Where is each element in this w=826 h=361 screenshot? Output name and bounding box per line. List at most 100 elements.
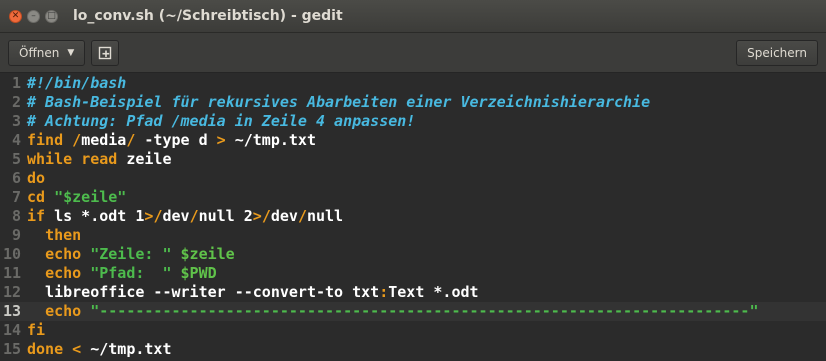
code-text: find /media/ -type d > ~/tmp.txt	[22, 131, 316, 150]
code-text: done < ~/tmp.txt	[22, 340, 172, 359]
code-line[interactable]: 2 # Bash-Beispiel für rekursives Abarbeit…	[0, 93, 826, 112]
code-token: done	[27, 340, 64, 358]
code-token: echo	[45, 245, 82, 263]
code-line[interactable]: 12 libreoffice --writer --convert-to txt…	[0, 283, 826, 302]
line-number: 5	[11, 150, 21, 168]
code-text: libreoffice --writer --convert-to txt:Te…	[22, 283, 479, 302]
new-document-icon	[99, 46, 112, 59]
code-token: read	[81, 150, 118, 168]
code-line[interactable]: 14 fi	[0, 321, 826, 340]
code-token: echo	[45, 264, 82, 282]
line-number: 6	[11, 169, 21, 187]
code-token: null	[306, 207, 344, 225]
code-text: while read zeile	[22, 150, 172, 169]
code-line[interactable]: 11 echo "Pfad: " $PWD	[0, 264, 826, 283]
line-number: 1	[11, 74, 21, 92]
close-icon[interactable]: ✕	[9, 9, 22, 23]
code-token: :	[379, 283, 389, 301]
maximize-icon[interactable]: □	[45, 9, 58, 23]
code-token: # Bash-Beispiel für rekursives Abarbeite…	[27, 93, 651, 111]
code-text: echo "Zeile: " $zeile	[22, 245, 235, 264]
line-number: 8	[11, 207, 21, 225]
code-line[interactable]: 7 cd "$zeile"	[0, 188, 826, 207]
code-text: # Bash-Beispiel für rekursives Abarbeite…	[22, 93, 650, 112]
line-number: 12	[2, 283, 21, 301]
code-text: echo "----------------------------------…	[22, 302, 759, 321]
code-token: /	[297, 207, 307, 225]
code-token: fi	[27, 321, 46, 339]
code-token: "Zeile: "	[90, 245, 172, 263]
code-text: #!/bin/bash	[22, 74, 126, 93]
code-token: ls *.odt 1	[45, 207, 145, 225]
code-line[interactable]: 6 do	[0, 169, 826, 188]
code-token: # Achtung: Pfad /media in Zeile 4 anpass…	[27, 112, 416, 130]
chevron-down-icon: ▼	[67, 47, 75, 58]
code-line[interactable]: 15 done < ~/tmp.txt	[0, 340, 826, 359]
open-button[interactable]: Öffnen ▼	[8, 39, 86, 66]
code-token: media	[81, 131, 127, 149]
code-token: <	[72, 340, 82, 358]
window-title: lo_conv.sh (~/Schreibtisch) - gedit	[73, 8, 343, 24]
line-number: 4	[11, 131, 21, 149]
code-token: /	[189, 207, 199, 225]
code-line[interactable]: 13 echo "-------------------------------…	[0, 302, 826, 321]
save-button[interactable]: Speichern	[736, 40, 818, 66]
gedit-window: ✕ – □ lo_conv.sh (~/Schreibtisch) - gedi…	[0, 0, 826, 361]
code-token: null 2	[198, 207, 253, 225]
line-number: 3	[11, 112, 21, 130]
code-text: # Achtung: Pfad /media in Zeile 4 anpass…	[22, 112, 415, 131]
code-line[interactable]: 9 then	[0, 226, 826, 245]
new-document-button[interactable]	[91, 39, 120, 66]
line-number: 9	[11, 226, 21, 244]
code-token: if	[27, 207, 46, 225]
code-line[interactable]: 8 if ls *.odt 1>/dev/null 2>/dev/null	[0, 207, 826, 226]
code-text: if ls *.odt 1>/dev/null 2>/dev/null	[22, 207, 343, 226]
line-number: 13	[2, 302, 21, 320]
code-token: $zeile	[180, 245, 235, 263]
line-number: 14	[2, 321, 21, 339]
code-text: echo "Pfad: " $PWD	[22, 264, 217, 283]
code-token: "Pfad: "	[90, 264, 172, 282]
code-text: do	[22, 169, 45, 188]
code-token: -type d	[135, 131, 217, 149]
code-token: "$zeile"	[54, 188, 127, 206]
code-token: /	[72, 131, 82, 149]
code-token: while	[27, 150, 73, 168]
code-line[interactable]: 3 # Achtung: Pfad /media in Zeile 4 anpas…	[0, 112, 826, 131]
minimize-icon[interactable]: –	[27, 9, 40, 23]
code-token: dev	[162, 207, 190, 225]
code-editor[interactable]: 1 #!/bin/bash 2 # Bash-Beispiel für rekursi…	[0, 74, 826, 361]
code-token: #!/bin/bash	[27, 74, 127, 92]
code-line[interactable]: 4 find /media/ -type d > ~/tmp.txt	[0, 131, 826, 150]
title-bar[interactable]: ✕ – □ lo_conv.sh (~/Schreibtisch) - gedi…	[0, 0, 826, 33]
code-token: do	[27, 169, 46, 187]
code-token: then	[45, 226, 82, 244]
line-number: 7	[11, 188, 21, 206]
code-token: echo	[45, 302, 82, 320]
code-token: $PWD	[180, 264, 217, 282]
save-button-label: Speichern	[747, 46, 807, 60]
code-text: fi	[22, 321, 45, 340]
code-line[interactable]: 5 while read zeile	[0, 150, 826, 169]
code-token: "---------------------------------------…	[90, 302, 759, 320]
code-token: libreoffice --writer --convert-to txt	[27, 283, 380, 301]
open-button-label: Öffnen	[19, 45, 60, 60]
code-token: ~/tmp.txt	[225, 131, 316, 149]
code-line[interactable]: 10 echo "Zeile: " $zeile	[0, 245, 826, 264]
code-line[interactable]: 1 #!/bin/bash	[0, 74, 826, 93]
code-token: >	[216, 131, 226, 149]
code-token: find	[27, 131, 64, 149]
line-number: 10	[2, 245, 21, 263]
